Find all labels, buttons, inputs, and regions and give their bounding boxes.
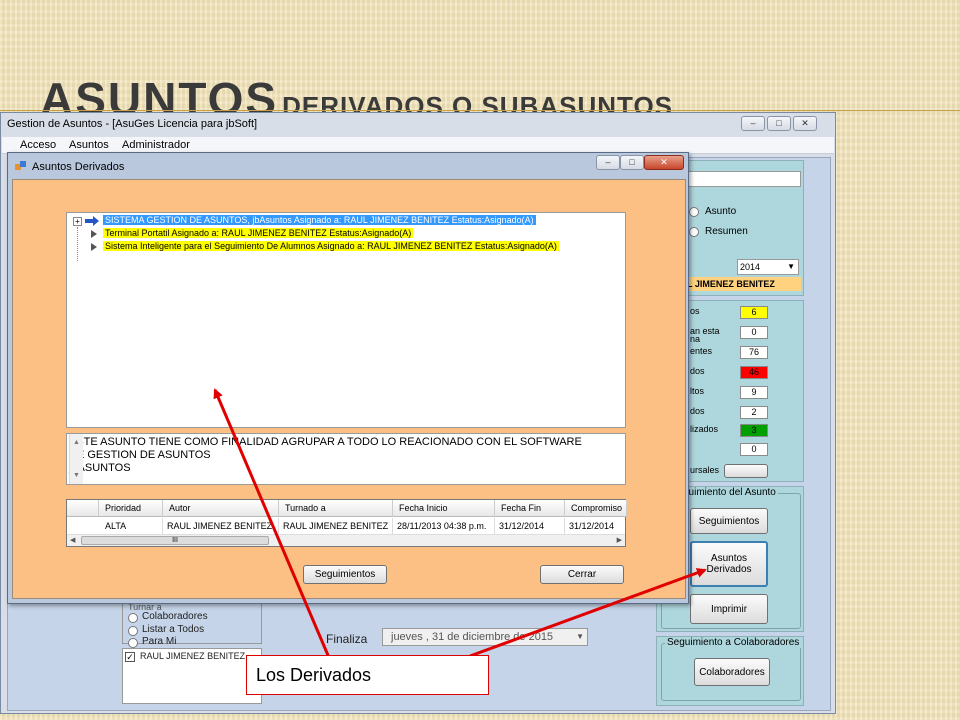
arrow-to-button: [469, 568, 707, 658]
annotation-arrows: [213, 388, 707, 661]
arrow-to-tree: [213, 388, 332, 661]
annotation-label: Los Derivados: [256, 665, 372, 685]
